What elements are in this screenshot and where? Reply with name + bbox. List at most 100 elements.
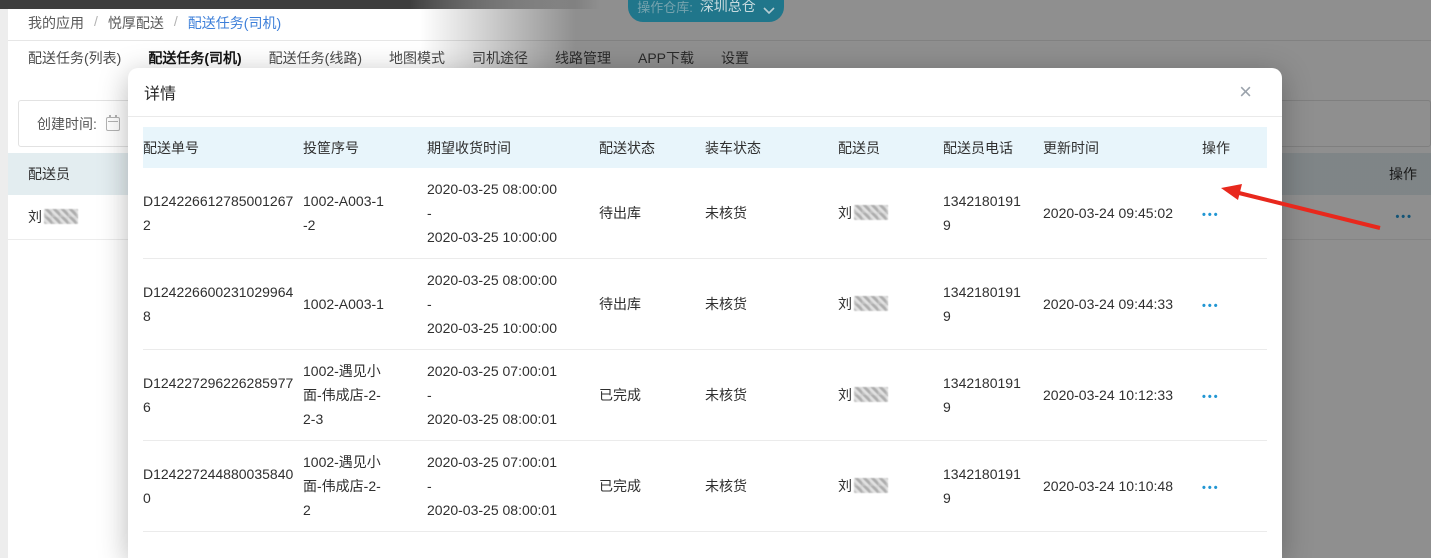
column-header: 配送员电话 xyxy=(943,139,1013,156)
loading-status-cell: 未核货 xyxy=(705,387,747,403)
column-header: 投筐序号 xyxy=(303,139,359,156)
expected-time-cell: 2020-03-25 08:00:00 - 2020-03-25 10:00:00 xyxy=(403,177,593,249)
column-header: 配送员 xyxy=(838,139,880,156)
detail-table-body: D1242266127850012672 1002-A003-1-2 2020-03… xyxy=(143,168,1267,532)
courier-name-prefix: 刘 xyxy=(838,296,852,312)
more-actions-button[interactable]: ••• xyxy=(1202,483,1220,494)
update-time-cell: 2020-03-24 10:10:48 xyxy=(1043,478,1173,494)
warehouse-selector-label: 操作仓库: xyxy=(637,0,693,15)
courier-cell: 刘 xyxy=(838,474,943,498)
column-header: 更新时间 xyxy=(1043,139,1099,156)
close-icon[interactable]: × xyxy=(1239,81,1252,103)
bg-courier-column-header: 配送员 xyxy=(28,166,70,182)
column-header: 操作 xyxy=(1202,139,1230,156)
breadcrumb-my-apps[interactable]: 我的应用 xyxy=(28,13,84,33)
more-actions-button[interactable]: ••• xyxy=(1202,392,1220,403)
courier-cell: 刘 xyxy=(838,201,943,225)
detail-table: 配送单号 投筐序号 期望收货时间 配送状态 装车状态 配送员 配送员电话 更新时间 操作 D12… xyxy=(143,127,1267,532)
create-time-filter-label: 创建时间: xyxy=(37,115,97,132)
order-number-cell: D1242266002310299648 xyxy=(143,284,294,324)
row-actions-cell[interactable]: ••• xyxy=(1198,201,1267,225)
detail-table-header-row: 配送单号 投筐序号 期望收货时间 配送状态 装车状态 配送员 配送员电话 更新时间 操作 xyxy=(143,127,1267,168)
courier-phone-cell: 13421801919 xyxy=(943,466,1021,506)
column-header: 期望收货时间 xyxy=(427,139,511,156)
detail-modal: 详情 × 配送单号 投筐序号 期望收货时间 配送状态 装车状态 配送员 配送员电话 更新时间 操… xyxy=(128,68,1282,558)
time-line: 2020-03-25 08:00:01 xyxy=(427,411,557,427)
update-time-cell: 2020-03-24 09:44:33 xyxy=(1043,296,1173,312)
masked-name xyxy=(44,209,78,224)
more-actions-button[interactable]: ••• xyxy=(1202,301,1220,312)
courier-cell: 刘 xyxy=(838,292,943,316)
time-line: 2020-03-25 10:00:00 xyxy=(427,229,557,245)
expected-time-cell: 2020-03-25 07:00:01 - 2020-03-25 08:00:01 xyxy=(403,450,593,522)
table-row: D1242272448800358400 1002-遇见小面-伟成店-2-2 202… xyxy=(143,441,1267,532)
delivery-status-cell: 已完成 xyxy=(599,387,641,403)
time-line: - xyxy=(427,387,432,403)
breadcrumb-separator: / xyxy=(173,13,178,29)
order-number-cell: D1242266127850012672 xyxy=(143,193,294,233)
warehouse-selector[interactable]: 操作仓库: 深圳总仓 xyxy=(628,0,784,22)
tab-item[interactable]: 配送任务(线路) xyxy=(269,48,362,68)
courier-name-prefix: 刘 xyxy=(838,387,852,403)
basket-seq-cell: 1002-A003-1 xyxy=(303,296,384,312)
masked-name xyxy=(854,478,888,493)
courier-cell: 刘 xyxy=(838,383,943,407)
modal-header: 详情 × xyxy=(128,68,1282,117)
delivery-status-cell: 待出库 xyxy=(599,205,641,221)
delivery-status-cell: 待出库 xyxy=(599,296,641,312)
time-line: 2020-03-25 08:00:01 xyxy=(427,502,557,518)
expected-time-cell: 2020-03-25 07:00:01 - 2020-03-25 08:00:01 xyxy=(403,359,593,431)
update-time-cell: 2020-03-24 10:12:33 xyxy=(1043,387,1173,403)
delivery-status-cell: 已完成 xyxy=(599,478,641,494)
bg-courier-cell: 刘 xyxy=(28,207,78,227)
page-left-gutter xyxy=(0,9,8,558)
loading-status-cell: 未核货 xyxy=(705,205,747,221)
calendar-icon[interactable] xyxy=(105,114,120,131)
loading-status-cell: 未核货 xyxy=(705,296,747,312)
masked-name xyxy=(854,296,888,311)
courier-phone-cell: 13421801919 xyxy=(943,284,1021,324)
chevron-down-icon xyxy=(763,7,775,14)
time-line: - xyxy=(427,478,432,494)
time-line: - xyxy=(427,205,432,221)
more-actions-button[interactable]: ••• xyxy=(1202,210,1220,221)
basket-seq-cell: 1002-A003-1-2 xyxy=(303,193,384,233)
order-number-cell: D1242272962262859776 xyxy=(143,375,294,415)
tab-item[interactable]: 配送任务(司机) xyxy=(148,48,241,68)
basket-seq-cell: 1002-遇见小面-伟成店-2-2-3 xyxy=(303,363,381,427)
warehouse-selector-value: 深圳总仓 xyxy=(699,0,756,14)
row-actions-cell[interactable]: ••• xyxy=(1198,292,1267,316)
update-time-cell: 2020-03-24 09:45:02 xyxy=(1043,205,1173,221)
breadcrumb-app[interactable]: 悦厚配送 xyxy=(108,13,164,33)
masked-name xyxy=(854,205,888,220)
modal-title: 详情 xyxy=(144,86,177,103)
time-line: 2020-03-25 07:00:01 xyxy=(427,454,557,470)
courier-phone-cell: 13421801919 xyxy=(943,375,1021,415)
basket-seq-cell: 1002-遇见小面-伟成店-2-2 xyxy=(303,454,381,518)
table-row: D1242272962262859776 1002-遇见小面-伟成店-2-2-3 2… xyxy=(143,350,1267,441)
time-line: 2020-03-25 08:00:00 xyxy=(427,272,557,288)
row-actions-cell[interactable]: ••• xyxy=(1198,474,1267,498)
column-header: 装车状态 xyxy=(705,139,761,156)
time-line: 2020-03-25 08:00:00 xyxy=(427,181,557,197)
row-actions-cell[interactable]: ••• xyxy=(1198,383,1267,407)
table-row: D1242266127850012672 1002-A003-1-2 2020-03… xyxy=(143,168,1267,259)
breadcrumb: 我的应用 / 悦厚配送 / 配送任务(司机) xyxy=(28,13,281,33)
time-line: 2020-03-25 07:00:01 xyxy=(427,363,557,379)
column-header: 配送单号 xyxy=(143,139,199,156)
order-number-cell: D1242272448800358400 xyxy=(143,466,294,506)
column-header: 配送状态 xyxy=(599,139,655,156)
breadcrumb-current-page[interactable]: 配送任务(司机) xyxy=(188,13,281,33)
courier-phone-cell: 13421801919 xyxy=(943,193,1021,233)
breadcrumb-separator: / xyxy=(94,13,98,29)
table-row: D1242266002310299648 1002-A003-1 2020-03-2… xyxy=(143,259,1267,350)
masked-name xyxy=(854,387,888,402)
expected-time-cell: 2020-03-25 08:00:00 - 2020-03-25 10:00:00 xyxy=(403,268,593,340)
tab-item[interactable]: 配送任务(列表) xyxy=(28,48,121,68)
courier-name-prefix: 刘 xyxy=(28,209,42,225)
loading-status-cell: 未核货 xyxy=(705,478,747,494)
courier-name-prefix: 刘 xyxy=(838,478,852,494)
courier-name-prefix: 刘 xyxy=(838,205,852,221)
time-line: - xyxy=(427,296,432,312)
time-line: 2020-03-25 10:00:00 xyxy=(427,320,557,336)
